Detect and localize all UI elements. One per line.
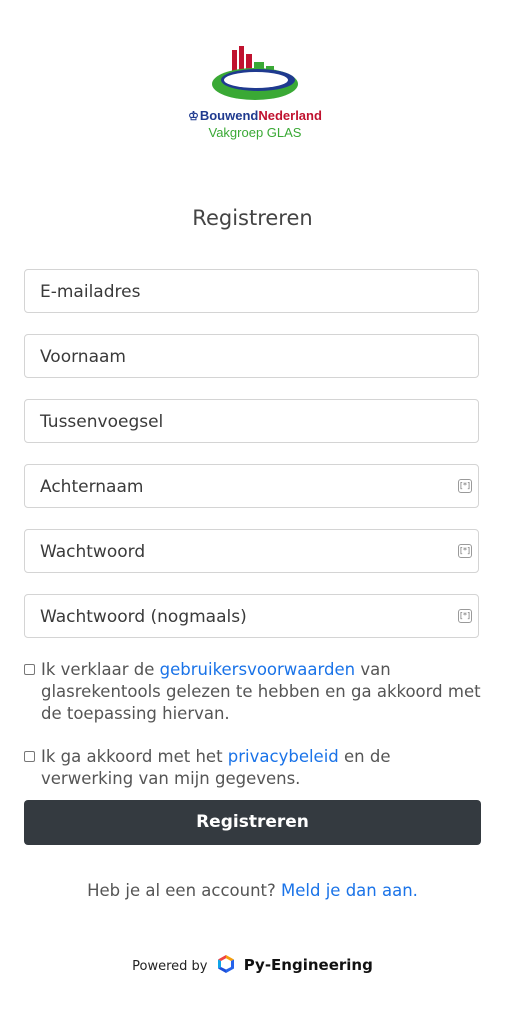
terms-checkbox[interactable] [24, 664, 35, 675]
infix-field[interactable]: Tussenvoegsel [24, 399, 479, 443]
privacy-link[interactable]: privacybeleid [228, 747, 339, 766]
last-name-field[interactable]: Achternaam [*] [24, 464, 479, 508]
brand-name: ♔BouwendNederland [188, 108, 322, 123]
privacy-label: Ik ga akkoord met het privacybeleid en d… [41, 747, 391, 788]
login-link[interactable]: Meld je dan aan. [281, 881, 418, 900]
password-repeat-placeholder: Wachtwoord (nogmaals) [40, 607, 247, 627]
py-engineering-logo-icon [217, 955, 234, 973]
page-title: Registreren [192, 206, 313, 230]
logo-graphic-icon [212, 46, 298, 100]
infix-placeholder: Tussenvoegsel [40, 412, 164, 432]
email-field[interactable]: E-mailadres [24, 269, 479, 313]
autofill-key-icon[interactable]: [*] [458, 479, 472, 493]
first-name-placeholder: Voornaam [40, 347, 126, 367]
privacy-checkbox[interactable] [24, 751, 35, 762]
last-name-placeholder: Achternaam [40, 477, 144, 497]
first-name-field[interactable]: Voornaam [24, 334, 479, 378]
terms-label: Ik verklaar de gebruikersvoorwaarden van… [41, 660, 481, 723]
login-prompt: Heb je al een account? Meld je dan aan. [87, 881, 418, 900]
email-placeholder: E-mailadres [40, 282, 141, 302]
autofill-key-icon[interactable]: [*] [458, 544, 472, 558]
powered-by-footer: Powered by Py-Engineering [0, 954, 505, 974]
password-field[interactable]: Wachtwoord [*] [24, 529, 479, 573]
company-name[interactable]: Py-Engineering [244, 956, 373, 974]
autofill-key-icon[interactable]: [*] [458, 609, 472, 623]
bouwend-nederland-logo: ♔BouwendNederland Vakgroep GLAS [165, 44, 345, 154]
password-placeholder: Wachtwoord [40, 542, 146, 562]
powered-by-label: Powered by [132, 959, 208, 974]
brand-subtitle: Vakgroep GLAS [208, 125, 302, 140]
password-repeat-field[interactable]: Wachtwoord (nogmaals) [*] [24, 594, 479, 638]
crown-icon: ♔ [188, 109, 199, 123]
register-button[interactable]: Registreren [24, 800, 481, 845]
terms-link[interactable]: gebruikersvoorwaarden [160, 660, 355, 679]
